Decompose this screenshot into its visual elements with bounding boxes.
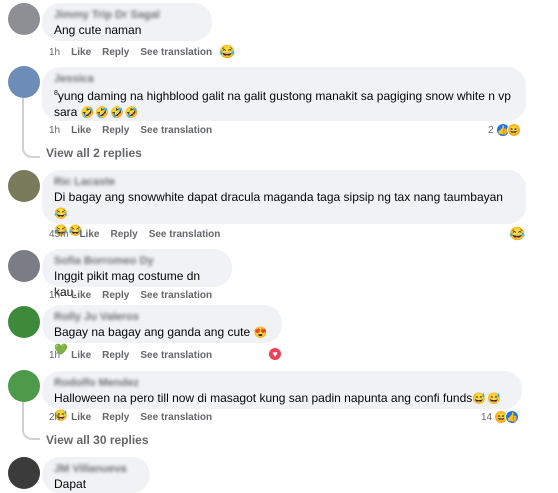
avatar[interactable]	[8, 66, 40, 98]
reaction-count: 2	[488, 124, 494, 136]
comment-bubble: JM Villanueva Dapat malificient	[42, 457, 150, 493]
avatar[interactable]	[8, 250, 40, 282]
comment-actions: 1h Like Reply See translation	[49, 125, 212, 136]
avatar[interactable]	[8, 306, 40, 338]
thread-elbow-1	[22, 140, 40, 158]
comment-text-body: Halloween na pero till now di masagot ku…	[54, 391, 473, 405]
like-button[interactable]: Like	[71, 350, 91, 361]
comment-text: Ang cute naman	[54, 23, 142, 37]
comment-bubble: Sofia Borromeo Dy Inggit pikit mag costu…	[42, 249, 232, 299]
comment-bubble: Jessica 8yung daming na highblood galit …	[42, 67, 526, 121]
reply-button[interactable]: Reply	[110, 229, 137, 240]
reply-button[interactable]: Reply	[102, 290, 129, 301]
comment-actions: 1h Like Reply See translation	[49, 350, 212, 361]
comment-bubble: Rolly Ju Valeros Bagay na bagay ang gand…	[42, 305, 282, 356]
view-replies-link[interactable]: View all 2 replies	[46, 146, 142, 160]
reply-button[interactable]: Reply	[102, 125, 129, 136]
comment-text: Dapat malificient	[54, 477, 87, 491]
comment-actions: 1h Like Reply See translation	[49, 290, 212, 301]
like-button[interactable]: Like	[71, 290, 91, 301]
haha-icon: 😆	[506, 123, 521, 137]
comment-author[interactable]: Jimmy Trip Dr Sagal	[54, 8, 200, 22]
comment-time[interactable]: 1h	[49, 125, 60, 136]
reply-button[interactable]: Reply	[102, 350, 129, 361]
comment-actions: 2h Like Reply See translation	[49, 412, 212, 423]
like-icon: 👍	[505, 410, 520, 424]
reply-button[interactable]: Reply	[102, 47, 129, 58]
avatar[interactable]	[8, 3, 40, 35]
comment-text-body: Di bagay ang snowwhite dapat dracula mag…	[54, 190, 503, 204]
comment-actions: 1h Like Reply See translation	[49, 47, 212, 58]
comment-actions: 45m Like Reply See translation	[49, 229, 220, 240]
comment-bubble: Rodolfo Mendez Halloween na pero till no…	[42, 371, 522, 422]
see-translation-link[interactable]: See translation	[140, 290, 212, 301]
haha-icon[interactable]: 😂	[219, 44, 235, 60]
comment-emoji: 😂	[54, 208, 69, 220]
see-translation-link[interactable]: See translation	[140, 125, 212, 136]
like-button[interactable]: Like	[71, 47, 91, 58]
reaction-count: 14	[481, 411, 493, 423]
reaction-summary[interactable]: 2 👍 😆	[488, 123, 521, 137]
see-translation-link[interactable]: See translation	[140, 350, 212, 361]
comment-author[interactable]: Rolly Ju Valeros	[54, 310, 270, 324]
comment-time[interactable]: 45m	[49, 229, 68, 240]
see-translation-link[interactable]: See translation	[149, 229, 221, 240]
comment-author[interactable]: Jessica	[54, 72, 514, 86]
haha-icon[interactable]: 😂	[509, 226, 525, 242]
comment-bubble: Jimmy Trip Dr Sagal Ang cute naman	[42, 3, 212, 41]
comment-time[interactable]: 2h	[49, 412, 60, 423]
like-button[interactable]: Like	[71, 125, 91, 136]
thread-elbow-2	[22, 420, 40, 440]
comment-author[interactable]: Ric Lacaste	[54, 175, 514, 189]
avatar[interactable]	[8, 170, 40, 202]
comment-author[interactable]: JM Villanueva	[54, 462, 138, 476]
comment-bubble: Ric Lacaste Di bagay ang snowwhite dapat…	[42, 170, 526, 237]
comment-author[interactable]: Rodolfo Mendez	[54, 376, 510, 390]
comment-time[interactable]: 1h	[49, 350, 60, 361]
see-translation-link[interactable]: See translation	[140, 47, 212, 58]
reply-button[interactable]: Reply	[102, 412, 129, 423]
love-icon[interactable]: ♥	[268, 347, 282, 361]
comment-time[interactable]: 1h	[49, 47, 60, 58]
comment-time[interactable]: 1h	[49, 290, 60, 301]
like-button[interactable]: Like	[79, 229, 99, 240]
reaction-summary[interactable]: 14 😆 👍	[481, 410, 520, 424]
avatar[interactable]	[8, 370, 40, 402]
comment-emoji: 🤣🤣🤣🤣	[80, 107, 140, 119]
comment-text: 8yung daming na highblood galit na galit…	[54, 86, 514, 121]
thread-line-1	[22, 98, 24, 146]
see-translation-link[interactable]: See translation	[140, 412, 212, 423]
like-button[interactable]: Like	[71, 412, 91, 423]
comment-author[interactable]: Sofia Borromeo Dy	[54, 254, 220, 268]
avatar[interactable]	[8, 457, 40, 489]
view-replies-link[interactable]: View all 30 replies	[46, 433, 149, 447]
comment-text-body: Bagay na bagay ang ganda ang cute	[54, 325, 251, 339]
